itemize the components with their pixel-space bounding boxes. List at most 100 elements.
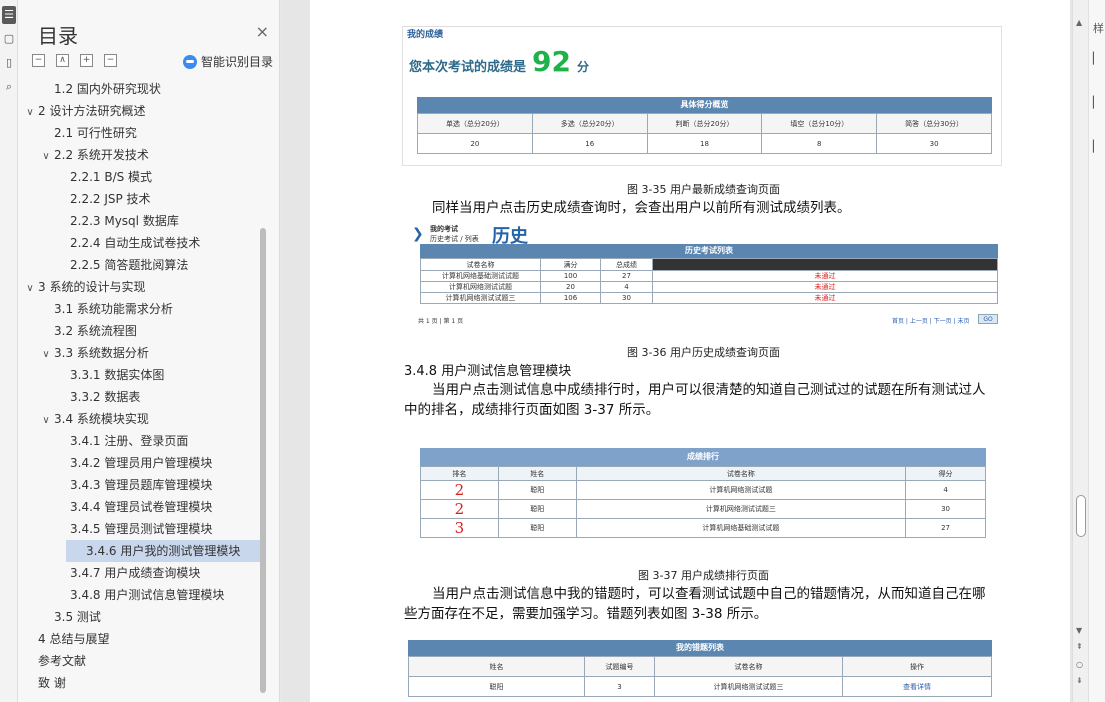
toc-item[interactable]: 4 总结与展望 — [18, 628, 263, 650]
rank-number: 3 — [420, 518, 499, 538]
toc-item[interactable]: 参考文献 — [18, 650, 263, 672]
toc-item-label: 1.2 国内外研究现状 — [54, 82, 161, 96]
toc-item[interactable]: 2.2.3 Mysql 数据库 — [18, 210, 263, 232]
table-cell: 30 — [876, 133, 992, 154]
toc-icon[interactable]: ☰ — [2, 6, 16, 24]
table-header-cell: 单选（总分20分） — [417, 113, 533, 134]
toc-item-label: 3.2 系统流程图 — [54, 324, 137, 338]
toc-item[interactable]: 2.2.5 简答题批阅算法 — [18, 254, 263, 276]
table-cell: 计算机网络基础测试试题 — [575, 518, 907, 538]
toc-item-label: 3.4.5 管理员测试管理模块 — [70, 522, 213, 536]
scroll-up-icon[interactable]: ▲ — [1076, 18, 1082, 27]
toc-item-label: 2.2.5 简答题批阅算法 — [70, 258, 189, 272]
view-details-link[interactable]: 查看详情 — [842, 676, 992, 697]
toc-item-label: 2.2 系统开发技术 — [54, 148, 149, 162]
toc-item[interactable]: 2.2.1 B/S 模式 — [18, 166, 263, 188]
remove-heading-button[interactable]: − — [104, 54, 117, 67]
toc-item-label: 3.4.6 用户我的测试管理模块 — [86, 544, 241, 558]
paragraph-wrong-2: 些方面存在不足，需要加强学习。错题列表如图 3-38 所示。 — [404, 606, 768, 622]
toc-item[interactable]: 3.4.1 注册、登录页面 — [18, 430, 263, 452]
table-row: 3 聪阳 计算机网络基础测试试题 27 — [420, 518, 986, 538]
toc-item[interactable]: 3.4.5 管理员测试管理模块 — [18, 518, 263, 540]
toc-item[interactable]: 3.2 系统流程图 — [18, 320, 263, 342]
caption-3-37: 图 3-37 用户成绩排行页面 — [638, 569, 769, 582]
table-header-cell: 多选（总分20分） — [531, 113, 648, 134]
toc-list: 1.2 国内外研究现状 ∨ 2 设计方法研究概述 2.1 可行性研究 ∨ 2.2 系统开发… — [18, 78, 263, 698]
toc-item[interactable]: 致 谢 — [18, 672, 263, 694]
chevron-down-icon[interactable]: ∨ — [40, 146, 52, 168]
toc-item[interactable]: 1.2 国内外研究现状 — [18, 78, 263, 100]
score-line: 您本次考试的成绩是 92 分 — [409, 45, 589, 78]
go-button[interactable]: GO — [978, 314, 998, 324]
scroll-thumb[interactable] — [1076, 495, 1086, 537]
table-header-cell: 判断（总分20分） — [646, 113, 763, 134]
paragraph-rank-2: 中的排名，成绩排行页面如图 3-37 所示。 — [404, 402, 660, 418]
table-header-cell: 得分 — [905, 466, 986, 481]
toc-item[interactable]: 3.4.7 用户成绩查询模块 — [18, 562, 263, 584]
toc-item[interactable]: 3.4.4 管理员试卷管理模块 — [18, 496, 263, 518]
toc-item[interactable]: ∨ 3 系统的设计与实现 — [18, 276, 263, 298]
pager-links[interactable]: 首页 | 上一页 | 下一页 | 末页 — [892, 316, 970, 325]
toc-item-label: 3.4.7 用户成绩查询模块 — [70, 566, 201, 580]
toc-item-label: 2.2.1 B/S 模式 — [70, 170, 153, 184]
toc-item[interactable]: 3.4.8 用户测试信息管理模块 — [18, 584, 263, 606]
toc-item-label: 3.3.1 数据实体图 — [70, 368, 165, 382]
table-header-cell: 试卷名称 — [654, 656, 843, 677]
chevron-down-icon[interactable]: ∨ — [40, 410, 52, 432]
toc-item[interactable]: 3.4.6 用户我的测试管理模块 — [66, 540, 260, 562]
table-cell: 计算机网络基础测试试题 — [420, 270, 541, 282]
page-icon[interactable]: ▢ — [2, 30, 16, 48]
search-icon[interactable]: ⌕ — [2, 78, 16, 96]
chevron-down-icon[interactable]: ∨ — [24, 102, 36, 124]
panel-tab-icon[interactable]: ▏ — [1093, 52, 1101, 65]
toc-scrollbar[interactable] — [260, 228, 266, 693]
paragraph-wrong-1: 当用户点击测试信息中我的错题时，可以查看测试试题中自己的错题情况，从而知道自己在… — [432, 586, 986, 602]
toc-item[interactable]: ∨ 3.4 系统模块实现 — [18, 408, 263, 430]
dot-icon[interactable]: ○ — [1076, 660, 1083, 669]
caption-3-36: 图 3-36 用户历史成绩查询页面 — [627, 346, 780, 359]
table-cell: 聪阳 — [497, 499, 577, 519]
toc-item[interactable]: ∨ 2 设计方法研究概述 — [18, 100, 263, 122]
toc-item[interactable]: ∨ 3.3 系统数据分析 — [18, 342, 263, 364]
table-header-cell: 总成绩 — [600, 258, 653, 271]
table-cell: 4 — [905, 480, 986, 500]
toc-item[interactable]: 3.4.2 管理员用户管理模块 — [18, 452, 263, 474]
toc-item[interactable]: 2.2.2 JSP 技术 — [18, 188, 263, 210]
paragraph-history: 同样当用户点击历史成绩查询时，会查出用户以前所有测试成绩列表。 — [432, 200, 851, 216]
smart-toc-button[interactable]: 智能识别目录 — [182, 53, 273, 70]
toc-item[interactable]: ∨ 2.2 系统开发技术 — [18, 144, 263, 166]
toc-item[interactable]: 3.3.2 数据表 — [18, 386, 263, 408]
close-icon[interactable]: × — [256, 22, 269, 41]
toc-item[interactable]: 3.4.3 管理员题库管理模块 — [18, 474, 263, 496]
table-row: 2 聪阳 计算机网络测试试题 4 — [420, 480, 986, 500]
chevron-down-icon[interactable]: ∨ — [40, 344, 52, 366]
panel-tab-icon[interactable]: ▏ — [1093, 140, 1101, 153]
collapse-all-button[interactable]: − — [32, 54, 45, 67]
figure-3-36: ❯ 我的考试 历史考试 / 列表 历史 历史考试列表 试卷名称 满分 总成绩 计算机… — [412, 224, 1002, 330]
scroll-down-icon[interactable]: ▼ — [1076, 626, 1082, 635]
table-header-cell — [652, 258, 998, 271]
table-row: 计算机网络测试试题 20 4 未通过 — [420, 281, 998, 293]
toc-item-label: 3.4.3 管理员题库管理模块 — [70, 478, 213, 492]
toc-item[interactable]: 2.1 可行性研究 — [18, 122, 263, 144]
toc-item-label: 3.4.8 用户测试信息管理模块 — [70, 588, 225, 602]
toc-item-label: 3.4 系统模块实现 — [54, 412, 149, 426]
score-table-title: 具体得分概览 — [417, 97, 992, 113]
arrow-right-icon: ❯ — [412, 226, 424, 242]
document-scrollbar[interactable]: ▲ ▼ ⇞ ○ ⇟ — [1072, 0, 1088, 702]
bookmark-icon[interactable]: ▯ — [2, 54, 16, 72]
style-panel-label[interactable]: 样 — [1093, 20, 1104, 36]
prev-page-icon[interactable]: ⇞ — [1076, 642, 1083, 651]
toc-item-label: 3 系统的设计与实现 — [38, 280, 146, 294]
toc-item[interactable]: 3.1 系统功能需求分析 — [18, 298, 263, 320]
heading-3-4-8: 3.4.8 用户测试信息管理模块 — [404, 364, 572, 379]
table-cell: 106 — [540, 292, 601, 304]
panel-tab-icon[interactable]: ▏ — [1093, 96, 1101, 109]
chevron-down-icon[interactable]: ∨ — [24, 278, 36, 300]
next-page-icon[interactable]: ⇟ — [1076, 676, 1083, 685]
toc-item[interactable]: 2.2.4 自动生成试卷技术 — [18, 232, 263, 254]
move-up-button[interactable]: ∧ — [56, 54, 69, 67]
toc-item[interactable]: 3.5 测试 — [18, 606, 263, 628]
add-heading-button[interactable]: + — [80, 54, 93, 67]
toc-item[interactable]: 3.3.1 数据实体图 — [18, 364, 263, 386]
